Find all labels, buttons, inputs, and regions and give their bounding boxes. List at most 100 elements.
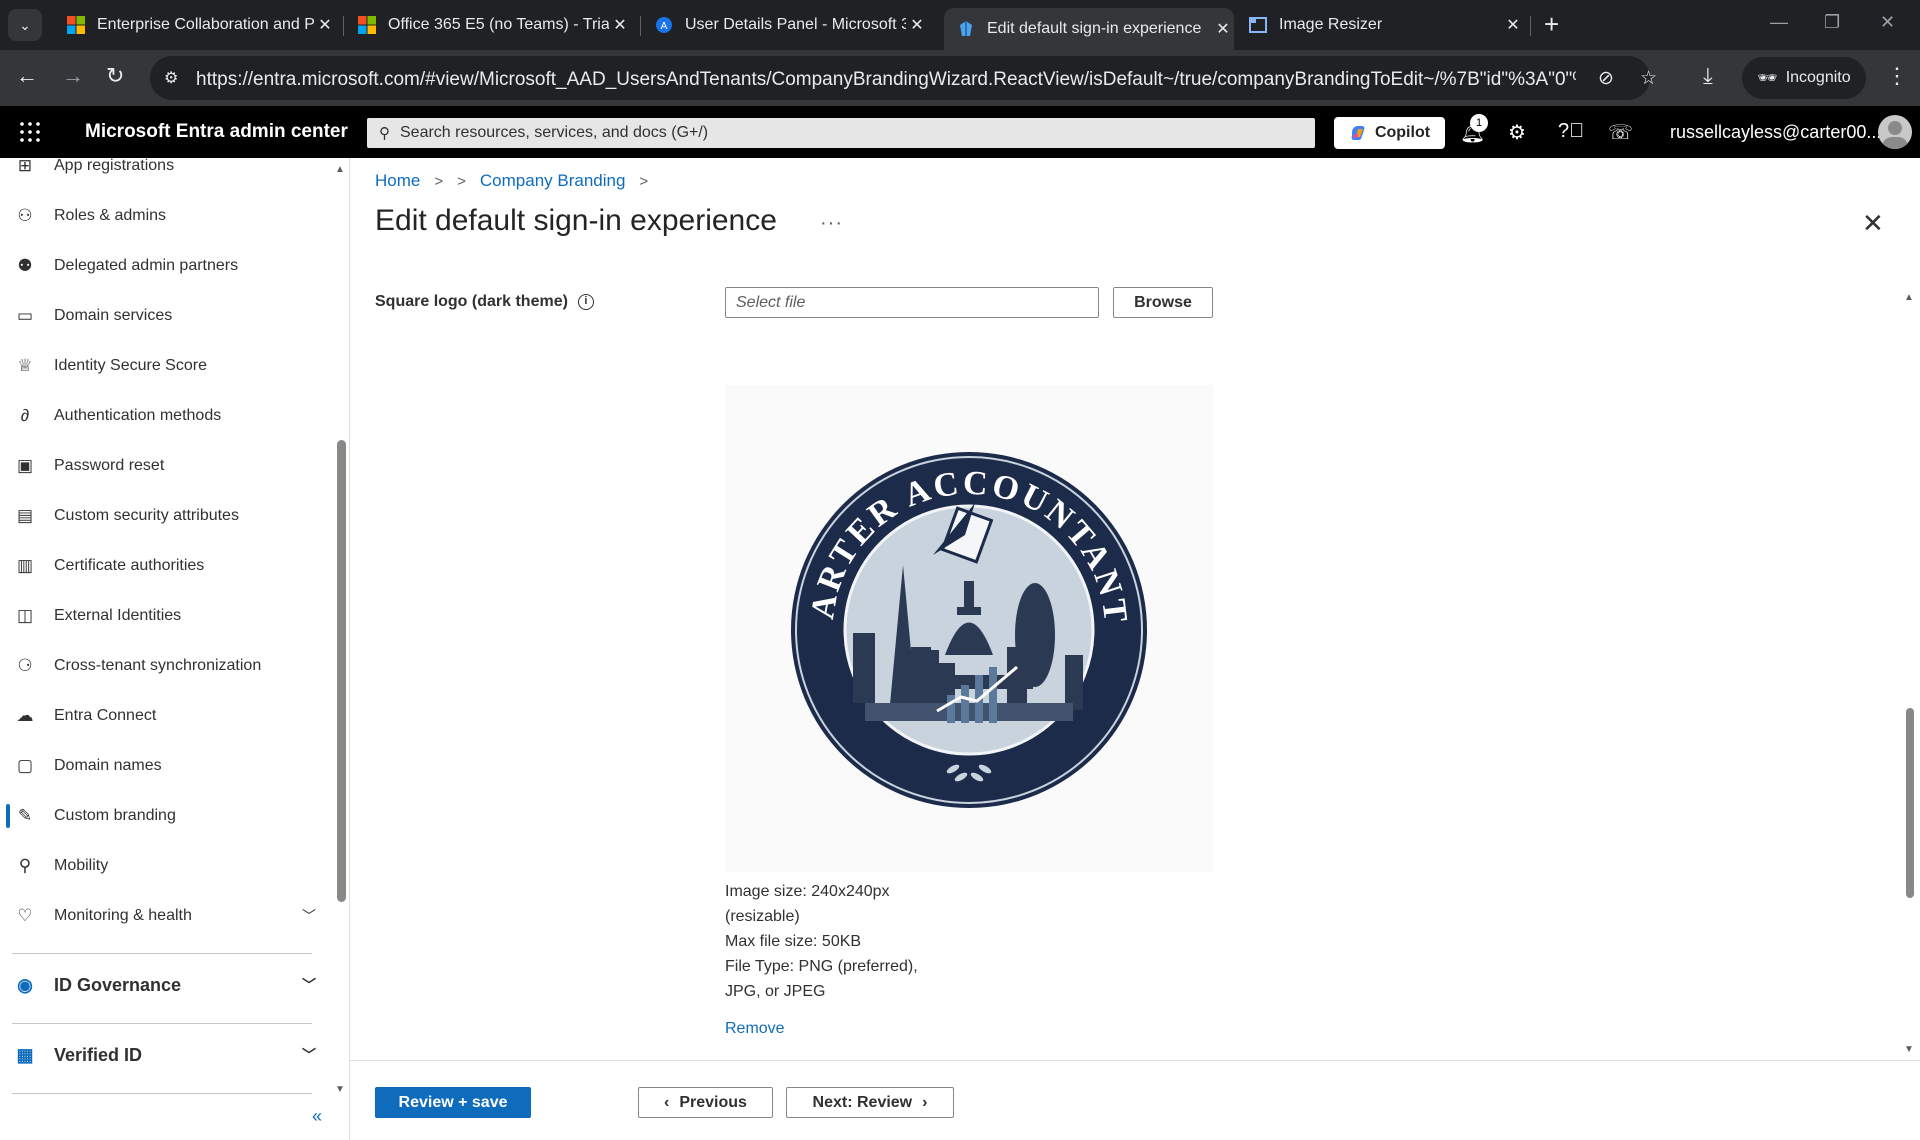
minimize-icon[interactable]: — [1770, 12, 1788, 33]
close-tab-icon[interactable]: ✕ [609, 15, 631, 35]
sidebar-item-certificate-authorities[interactable]: ▥ Certificate authorities [0, 546, 330, 586]
tab-search-button[interactable]: ⌄ [8, 9, 42, 41]
sidebar-item-authentication-methods[interactable]: ∂ Authentication methods [0, 396, 330, 436]
scroll-up-arrow-icon[interactable]: ▲ [1904, 292, 1914, 303]
nav-group-verified-id[interactable]: ▦ Verified ID ﹀ [0, 1025, 330, 1085]
browse-button[interactable]: Browse [1113, 287, 1213, 318]
incognito-indicator[interactable]: 🕶 Incognito [1742, 57, 1866, 99]
breadcrumb-company-branding[interactable]: Company Branding [480, 171, 626, 191]
app-title[interactable]: Microsoft Entra admin center [85, 121, 348, 143]
sidebar-item-roles-admins[interactable]: ⚇ Roles & admins [0, 196, 330, 236]
verified-id-icon: ▦ [16, 1044, 34, 1065]
settings-gear-icon[interactable]: ⚙ [1508, 120, 1526, 145]
sidebar-item-custom-security-attributes[interactable]: ▤ Custom security attributes [0, 496, 330, 536]
sync-icon: ⚆ [17, 656, 33, 675]
nav-group-id-governance[interactable]: ◉ ID Governance ﹀ [0, 955, 330, 1015]
sidebar-item-label: Entra Connect [54, 707, 157, 724]
reload-icon[interactable]: ↻ [106, 65, 124, 87]
more-options-icon[interactable]: ··· [820, 212, 843, 235]
review-save-button[interactable]: Review + save [375, 1087, 531, 1118]
tab-title: User Details Panel - Microsoft 3 [685, 16, 906, 33]
tab-enterprise-collaboration[interactable]: Enterprise Collaboration and Pr ✕ [58, 6, 336, 44]
sidebar-item-custom-branding[interactable]: ✎ Custom branding [0, 796, 330, 836]
sidebar-item-identity-secure-score[interactable]: ♕ Identity Secure Score [0, 346, 330, 386]
microsoft-logo-icon [67, 16, 85, 34]
help-icon[interactable]: ?⃝ [1558, 120, 1584, 143]
chevron-down-icon[interactable]: ﹀ [302, 1045, 316, 1065]
tab-edit-sign-in[interactable]: Edit default sign-in experience ✕ [944, 8, 1234, 50]
sidebar-item-app-registrations[interactable]: ⊞ App registrations [0, 158, 330, 186]
sidebar-item-domain-names[interactable]: ▢ Domain names [0, 746, 330, 786]
app-launcher-icon[interactable] [18, 120, 42, 144]
roles-icon: ⚇ [17, 206, 33, 225]
certificate-icon: ▥ [16, 556, 34, 575]
close-tab-icon[interactable]: ✕ [314, 15, 336, 35]
browser-menu-icon[interactable]: ⋮ [1886, 65, 1908, 87]
tab-title: Image Resizer [1279, 16, 1383, 33]
attributes-icon: ▤ [16, 506, 34, 525]
collapse-sidebar-icon[interactable]: « [312, 1106, 322, 1127]
sidebar-item-entra-connect[interactable]: ☁ Entra Connect [0, 696, 330, 736]
download-icon[interactable]: ⤓ [1703, 65, 1713, 87]
heart-pulse-icon: ♡ [17, 906, 33, 925]
close-tab-icon[interactable]: ✕ [1212, 19, 1234, 39]
next-review-button[interactable]: Next: Review › [786, 1087, 954, 1118]
domain-names-icon: ▢ [16, 756, 34, 775]
previous-button[interactable]: ‹ Previous [638, 1087, 773, 1118]
fingerprint-icon: ∂ [20, 406, 30, 425]
copilot-icon [1351, 126, 1365, 140]
partners-icon: ⚉ [17, 256, 33, 275]
previous-label: Previous [679, 1093, 747, 1111]
signed-in-user[interactable]: russellcayless@carter00... [1670, 122, 1881, 143]
site-info-icon[interactable]: ⚙ [164, 68, 178, 88]
forward-icon[interactable]: → [62, 65, 84, 87]
close-tab-icon[interactable]: ✕ [1502, 15, 1524, 35]
sidebar-item-monitoring-health[interactable]: ♡ Monitoring & health ﹀ [0, 896, 330, 936]
sidebar-item-external-identities[interactable]: ◫ External Identities [0, 596, 330, 636]
external-identities-icon: ◫ [16, 606, 34, 625]
select-file-input[interactable]: Select file [725, 287, 1099, 318]
sidebar-item-delegated-admin-partners[interactable]: ⚉ Delegated admin partners [0, 246, 330, 286]
chevron-right-icon: > [639, 172, 649, 190]
sidebar-item-domain-services[interactable]: ▭ Domain services [0, 296, 330, 336]
tab-image-resizer[interactable]: Image Resizer ✕ [1246, 6, 1524, 44]
url-text[interactable]: https://entra.microsoft.com/#view/Micros… [196, 69, 1576, 91]
tab-user-details[interactable]: A User Details Panel - Microsoft 3 ✕ [652, 6, 928, 44]
close-tab-icon[interactable]: ✕ [906, 15, 928, 35]
avatar[interactable] [1878, 115, 1912, 149]
close-window-icon[interactable]: ✕ [1880, 12, 1895, 33]
back-icon[interactable]: ← [16, 65, 38, 87]
scroll-down-arrow-icon[interactable]: ▼ [1904, 1044, 1914, 1055]
copilot-button[interactable]: Copilot [1334, 117, 1445, 149]
main-scrollbar-thumb[interactable] [1906, 708, 1914, 898]
sidebar-scrollbar-thumb[interactable] [337, 440, 346, 902]
eye-off-icon[interactable]: ⊘ [1598, 67, 1614, 90]
main-scrollbar[interactable] [1902, 290, 1916, 1060]
scroll-down-arrow-icon[interactable]: ▼ [335, 1084, 345, 1095]
tab-separator [343, 16, 344, 36]
scroll-up-arrow-icon[interactable]: ▲ [335, 164, 345, 175]
domain-services-icon: ▭ [16, 306, 34, 325]
close-icon[interactable]: ✕ [1862, 208, 1884, 239]
restore-icon[interactable]: ❐ [1824, 12, 1840, 33]
sidebar-item-cross-tenant-sync[interactable]: ⚆ Cross-tenant synchronization [0, 646, 330, 686]
field-label-text: Square logo (dark theme) [375, 293, 568, 310]
cloud-connect-icon: ☁ [16, 706, 34, 725]
info-icon[interactable]: i [577, 294, 594, 310]
tab-office-365[interactable]: Office 365 E5 (no Teams) - Trial ✕ [353, 6, 631, 44]
bookmark-star-icon[interactable]: ☆ [1640, 67, 1657, 90]
sidebar-item-label: Cross-tenant synchronization [54, 657, 262, 674]
trophy-icon: ♕ [17, 356, 33, 375]
sidebar-item-mobility[interactable]: ⚲ Mobility [0, 846, 330, 886]
chevron-down-icon[interactable]: ﹀ [302, 975, 316, 995]
breadcrumb-home[interactable]: Home [375, 171, 420, 191]
feedback-icon[interactable]: ☏ [1608, 120, 1633, 145]
global-search-input[interactable]: ⚲ Search resources, services, and docs (… [367, 118, 1315, 148]
address-bar[interactable]: ⚙ https://entra.microsoft.com/#view/Micr… [150, 56, 1657, 100]
sidebar-item-password-reset[interactable]: ▣ Password reset [0, 446, 330, 486]
new-tab-icon[interactable]: + [1544, 11, 1559, 37]
remove-link[interactable]: Remove [725, 1020, 785, 1038]
browser-toolbar: ← → ↻ ⚙ https://entra.microsoft.com/#vie… [0, 50, 1920, 106]
sidebar-item-label: Monitoring & health [54, 907, 192, 924]
chevron-down-icon[interactable]: ﹀ [302, 906, 316, 926]
